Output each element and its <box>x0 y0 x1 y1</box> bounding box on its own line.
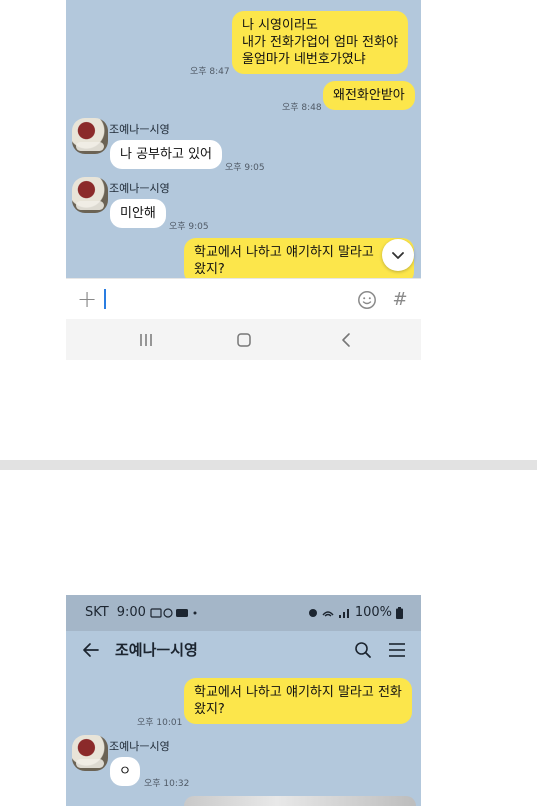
photo-message[interactable] <box>184 796 416 806</box>
message-line: 학교에서 나하고 얘기하지 말라고 <box>194 245 374 260</box>
chat-screenshot-top: 나 시영이라도 내가 전화가업어 엄마 전화야 울엄마가 네번호가였냐 오후 8… <box>66 0 421 360</box>
message-bubble-mine[interactable]: 왜전화안받아 <box>323 81 415 110</box>
message-line: ㅇ <box>119 764 131 779</box>
message-line: 미안해 <box>120 206 156 221</box>
message-time: 오후 9:05 <box>225 163 265 173</box>
notification-icons <box>150 607 197 618</box>
scroll-to-bottom-button[interactable] <box>382 239 414 271</box>
home-icon <box>237 333 251 347</box>
emoji-icon <box>358 291 376 309</box>
arrow-left-icon <box>83 643 99 657</box>
battery-icon <box>396 606 403 619</box>
chevron-down-icon <box>392 252 404 259</box>
message-bubble-theirs[interactable]: ㅇ <box>110 757 140 786</box>
recent-apps-icon <box>140 334 152 346</box>
message-line: 내가 전화가업어 엄마 전화야 <box>242 35 398 50</box>
message-time: 오후 9:05 <box>169 222 209 232</box>
chat-header: 조예나ㅡ시영 <box>66 631 421 667</box>
plus-icon: + <box>76 285 98 313</box>
chat-title: 조예나ㅡ시영 <box>115 641 198 659</box>
screenshot-divider <box>0 460 537 470</box>
emoji-button[interactable] <box>356 289 378 311</box>
message-line: 왔지? <box>194 262 225 277</box>
message-bubble-theirs[interactable]: 미안해 <box>110 199 166 228</box>
home-button[interactable] <box>234 330 254 350</box>
message-bubble-theirs[interactable]: 나 공부하고 있어 <box>110 140 222 169</box>
message-line: 왜전화안받아 <box>333 88 405 103</box>
message-line: 나 시영이라도 <box>242 18 318 33</box>
status-left: SKT 9:00 <box>85 605 200 620</box>
friend-avatar[interactable] <box>72 735 108 771</box>
message-line: 왔지? <box>194 702 225 717</box>
message-input-bar: + # <box>66 278 421 320</box>
search-icon <box>355 642 371 658</box>
status-bar: SKT 9:00 100% <box>66 595 421 631</box>
message-time: 오후 8:48 <box>282 103 322 113</box>
back-button[interactable] <box>336 330 356 350</box>
message-input[interactable] <box>104 285 344 313</box>
back-icon <box>342 333 350 347</box>
message-bubble-mine[interactable]: 학교에서 나하고 얘기하지 말라고 전화 왔지? <box>184 678 412 724</box>
message-line: 나 공부하고 있어 <box>120 147 212 162</box>
status-right: 100% <box>307 605 403 620</box>
back-button[interactable] <box>80 639 102 661</box>
hashtag-button[interactable]: # <box>390 287 410 311</box>
message-time: 오후 8:47 <box>190 67 230 77</box>
chat-screenshot-bottom: SKT 9:00 100% 조예나ㅡ시영 학교에서 나하고 얘기하지 말라고 전… <box>66 595 421 806</box>
clock-label: 9:00 <box>116 605 146 620</box>
search-button[interactable] <box>352 639 374 661</box>
carrier-label: SKT <box>85 605 109 620</box>
message-bubble-mine[interactable]: 나 시영이라도 내가 전화가업어 엄마 전화야 울엄마가 네번호가였냐 <box>232 11 408 74</box>
sender-name: 조예나ㅡ시영 <box>109 182 170 195</box>
menu-button[interactable] <box>386 639 408 661</box>
friend-avatar[interactable] <box>72 118 108 154</box>
system-nav-bar <box>66 319 421 360</box>
hamburger-icon <box>389 643 405 657</box>
message-time: 오후 10:32 <box>144 779 190 789</box>
sender-name: 조예나ㅡ시영 <box>109 123 170 136</box>
system-status-icons <box>308 608 349 618</box>
message-line: 학교에서 나하고 얘기하지 말라고 전화 <box>194 685 402 700</box>
battery-label: 100% <box>354 605 392 620</box>
message-time: 오후 10:01 <box>137 718 183 728</box>
friend-avatar[interactable] <box>72 177 108 213</box>
sender-name: 조예나ㅡ시영 <box>109 740 170 753</box>
hashtag-icon: # <box>392 288 408 310</box>
message-line: 울엄마가 네번호가였냐 <box>242 52 366 67</box>
attach-button[interactable]: + <box>76 285 98 313</box>
recent-apps-button[interactable] <box>136 330 156 350</box>
